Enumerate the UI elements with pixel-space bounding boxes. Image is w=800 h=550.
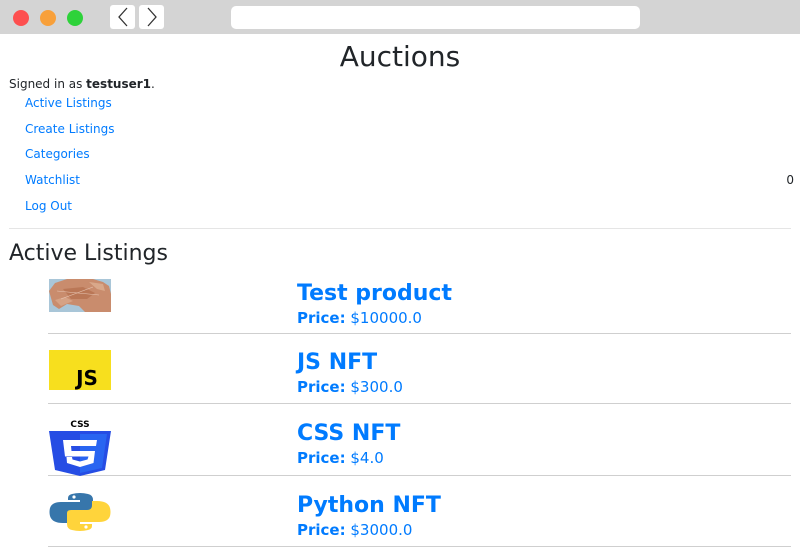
listing-price: Price: $3000.0: [297, 520, 441, 540]
price-label: Price:: [297, 521, 346, 539]
listing-item: Python NFT Price: $3000.0: [48, 476, 791, 547]
price-label: Price:: [297, 449, 346, 467]
address-bar[interactable]: [231, 6, 640, 29]
price-label: Price:: [297, 378, 346, 396]
price-value: $4.0: [350, 449, 384, 467]
python-logo[interactable]: [49, 492, 111, 532]
css3-logo[interactable]: CSS: [49, 418, 111, 476]
nav-menu: Active Listings Create Listings Categori…: [25, 96, 114, 224]
listing-price: Price: $10000.0: [297, 308, 452, 328]
divider: [9, 228, 791, 229]
price-value: $3000.0: [350, 521, 413, 539]
maximize-window-button[interactable]: [67, 10, 83, 26]
js-logo-text: JS: [74, 366, 98, 390]
listing-item: Test product Price: $10000.0: [48, 274, 791, 334]
nav-log-out[interactable]: Log Out: [25, 199, 72, 213]
section-title: Active Listings: [9, 241, 168, 266]
price-value: $10000.0: [350, 309, 422, 327]
watchlist-count: 0: [786, 173, 794, 187]
listing-title[interactable]: JS NFT: [297, 349, 403, 377]
listing-title[interactable]: Test product: [297, 280, 452, 308]
js-logo[interactable]: JS: [49, 350, 111, 390]
nav-active-listings[interactable]: Active Listings: [25, 96, 112, 110]
page-title: Auctions: [339, 40, 461, 73]
listing-item: CSS CSS NFT Price: $4.0: [48, 404, 791, 476]
close-window-button[interactable]: [13, 10, 29, 26]
listing-price: Price: $300.0: [297, 377, 403, 397]
browser-toolbar: [0, 0, 800, 34]
chevron-left-icon: [117, 7, 127, 27]
listing-item: JS JS NFT Price: $300.0: [48, 333, 791, 404]
nav-watchlist[interactable]: Watchlist: [25, 173, 80, 187]
listing-price: Price: $4.0: [297, 448, 400, 468]
signed-in-suffix: .: [151, 77, 155, 91]
listing-title[interactable]: Python NFT: [297, 492, 441, 520]
signed-in-prefix: Signed in as: [9, 77, 87, 91]
nav-create-listings[interactable]: Create Listings: [25, 122, 114, 136]
forward-button[interactable]: [139, 5, 164, 29]
signed-in-status: Signed in as testuser1.: [9, 76, 155, 92]
back-button[interactable]: [110, 5, 135, 29]
minimize-window-button[interactable]: [40, 10, 56, 26]
price-label: Price:: [297, 309, 346, 327]
css-logo-text: CSS: [70, 420, 89, 430]
map-image[interactable]: [49, 279, 111, 312]
username: testuser1: [86, 77, 152, 91]
chevron-right-icon: [147, 7, 157, 27]
nav-categories[interactable]: Categories: [25, 147, 90, 161]
price-value: $300.0: [350, 378, 403, 396]
listing-title[interactable]: CSS NFT: [297, 420, 400, 448]
